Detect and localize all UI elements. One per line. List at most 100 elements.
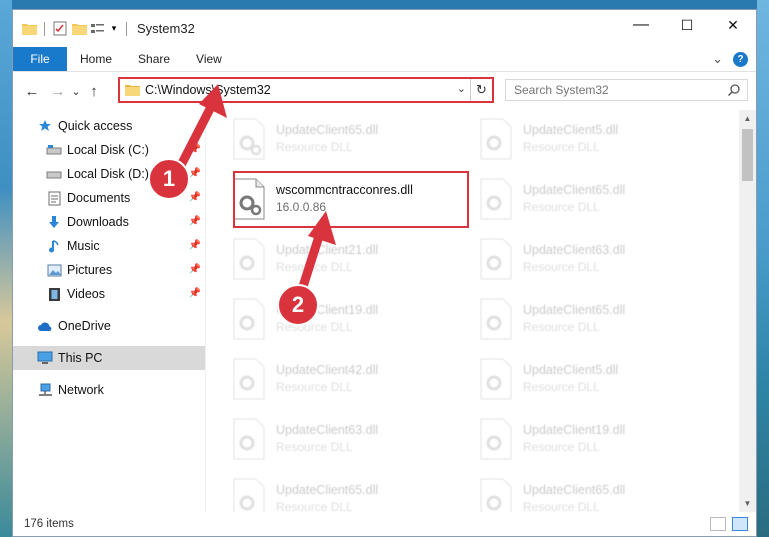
- sidebar-item-videos[interactable]: Videos 📌: [13, 282, 205, 306]
- file-description: Resource DLL: [276, 500, 353, 512]
- address-bar[interactable]: C:\Windows\System32 ⌄ ↻: [118, 77, 494, 103]
- tab-home[interactable]: Home: [67, 47, 125, 71]
- tab-view[interactable]: View: [183, 47, 235, 71]
- sidebar-item-label: Network: [58, 383, 104, 397]
- forward-button[interactable]: →: [47, 80, 69, 102]
- pin-icon[interactable]: 📌: [189, 264, 201, 275]
- file-list-pane: UpdateClient65.dll Resource DLL wscommcnt…: [206, 110, 756, 512]
- expand-ribbon-icon[interactable]: ⌄: [712, 51, 723, 67]
- file-description: Resource DLL: [523, 320, 600, 334]
- tiles-view-button[interactable]: [732, 517, 748, 531]
- toolbar-separator: [44, 21, 45, 36]
- sidebar-item-music[interactable]: Music 📌: [13, 234, 205, 258]
- file-item[interactable]: UpdateClient42.dll Resource DLL: [226, 352, 456, 406]
- sidebar-item-label: Local Disk (C:): [67, 143, 149, 157]
- quick-access-toolbar: ▾: [21, 21, 131, 37]
- sidebar-item-label: Quick access: [58, 119, 133, 133]
- new-folder-icon[interactable]: [71, 21, 87, 37]
- minimize-button[interactable]: —: [618, 10, 664, 40]
- sidebar-item-local-disk-d[interactable]: Local Disk (D:) 📌: [13, 162, 205, 186]
- scroll-down-button[interactable]: ▼: [739, 495, 756, 512]
- sidebar-item-label: Documents: [67, 191, 131, 205]
- pin-icon[interactable]: 📌: [189, 192, 201, 203]
- documents-icon: [46, 190, 62, 206]
- up-button[interactable]: ↑: [83, 80, 105, 102]
- pin-icon[interactable]: 📌: [189, 216, 201, 227]
- file-name: UpdateClient65.dll: [276, 123, 379, 137]
- file-item[interactable]: UpdateClient19.dll Resource DLL: [473, 412, 703, 466]
- file-name: UpdateClient19.dll: [276, 303, 379, 317]
- sidebar-item-label: OneDrive: [58, 319, 111, 333]
- sidebar-item-label: Downloads: [67, 215, 129, 229]
- sidebar-item-network[interactable]: Network: [13, 378, 205, 402]
- film-strip-icon: [46, 286, 62, 302]
- file-description: Resource DLL: [276, 320, 353, 334]
- customize-icon[interactable]: [90, 21, 106, 37]
- address-path[interactable]: C:\Windows\System32: [145, 83, 271, 97]
- sidebar-item-this-pc[interactable]: This PC: [13, 346, 205, 370]
- file-name: UpdateClient65.dll: [523, 183, 626, 197]
- file-explorer-window: ▾ System32 — ☐ ✕ File Home Share View ⌄ …: [12, 9, 757, 537]
- file-item[interactable]: UpdateClient65.dll Resource DLL: [473, 292, 703, 346]
- file-item[interactable]: UpdateClient63.dll Resource DLL: [473, 232, 703, 286]
- drive-icon: [46, 142, 62, 158]
- file-item[interactable]: UpdateClient65.dll Resource DLL: [473, 172, 703, 226]
- close-button[interactable]: ✕: [710, 10, 756, 40]
- file-item[interactable]: UpdateClient5.dll Resource DLL: [473, 112, 703, 166]
- chevron-down-icon[interactable]: ▾: [109, 21, 119, 37]
- file-description: Resource DLL: [523, 260, 600, 274]
- properties-icon[interactable]: [52, 21, 68, 37]
- file-description: Resource DLL: [523, 140, 600, 154]
- pin-icon[interactable]: 📌: [189, 144, 201, 155]
- file-description: Resource DLL: [523, 380, 600, 394]
- folder-icon[interactable]: [21, 21, 37, 37]
- refresh-button[interactable]: ↻: [470, 79, 492, 101]
- dll-file-icon: [480, 478, 512, 512]
- pin-icon[interactable]: 📌: [189, 240, 201, 251]
- dll-file-icon: [233, 238, 265, 280]
- file-item[interactable]: UpdateClient19.dll Resource DLL: [226, 292, 456, 346]
- file-item[interactable]: UpdateClient65.dll Resource DLL: [226, 112, 456, 166]
- file-name: UpdateClient63.dll: [276, 423, 379, 437]
- dll-file-icon: [480, 178, 512, 220]
- sidebar-item-documents[interactable]: Documents 📌: [13, 186, 205, 210]
- file-highlight-box: [233, 171, 469, 228]
- chevron-down-icon[interactable]: ⌄: [457, 82, 466, 95]
- recent-locations-button[interactable]: ⌄: [69, 80, 83, 102]
- toolbar-separator: [126, 21, 127, 36]
- maximize-button[interactable]: ☐: [664, 10, 710, 40]
- dll-file-icon: [480, 298, 512, 340]
- tab-file[interactable]: File: [13, 47, 67, 71]
- sidebar-item-local-disk-c[interactable]: Local Disk (C:) 📌: [13, 138, 205, 162]
- cloud-icon: [37, 318, 53, 334]
- file-name: UpdateClient21.dll: [276, 243, 379, 257]
- drive-icon: [46, 166, 62, 182]
- sidebar-item-quick-access[interactable]: Quick access: [13, 114, 205, 138]
- sidebar-item-pictures[interactable]: Pictures 📌: [13, 258, 205, 282]
- search-input[interactable]: [514, 83, 714, 97]
- back-button[interactable]: ←: [21, 80, 43, 102]
- file-item[interactable]: UpdateClient63.dll Resource DLL: [226, 412, 456, 466]
- file-item[interactable]: UpdateClient65.dll Resource DLL: [473, 472, 703, 512]
- pin-icon[interactable]: 📌: [189, 168, 201, 179]
- search-box[interactable]: [505, 79, 748, 101]
- desktop-background-right: [757, 0, 769, 537]
- pin-icon[interactable]: 📌: [189, 288, 201, 299]
- sidebar-item-downloads[interactable]: Downloads 📌: [13, 210, 205, 234]
- scroll-up-button[interactable]: ▲: [739, 110, 756, 127]
- file-item[interactable]: UpdateClient65.dll Resource DLL: [226, 472, 456, 512]
- file-item[interactable]: UpdateClient5.dll Resource DLL: [473, 352, 703, 406]
- file-item[interactable]: UpdateClient21.dll Resource DLL: [226, 232, 456, 286]
- dll-file-icon: [233, 358, 265, 400]
- scrollbar-thumb[interactable]: [742, 129, 753, 181]
- file-description: Resource DLL: [276, 260, 353, 274]
- sidebar-item-onedrive[interactable]: OneDrive: [13, 314, 205, 338]
- details-view-button[interactable]: [710, 517, 726, 531]
- folder-icon: [125, 85, 140, 96]
- vertical-scrollbar[interactable]: ▲ ▼: [739, 110, 756, 512]
- dll-file-icon: [233, 118, 265, 160]
- sidebar-item-label: This PC: [58, 351, 103, 365]
- tab-share[interactable]: Share: [125, 47, 183, 71]
- search-icon[interactable]: [727, 83, 741, 100]
- help-icon[interactable]: ?: [733, 51, 748, 67]
